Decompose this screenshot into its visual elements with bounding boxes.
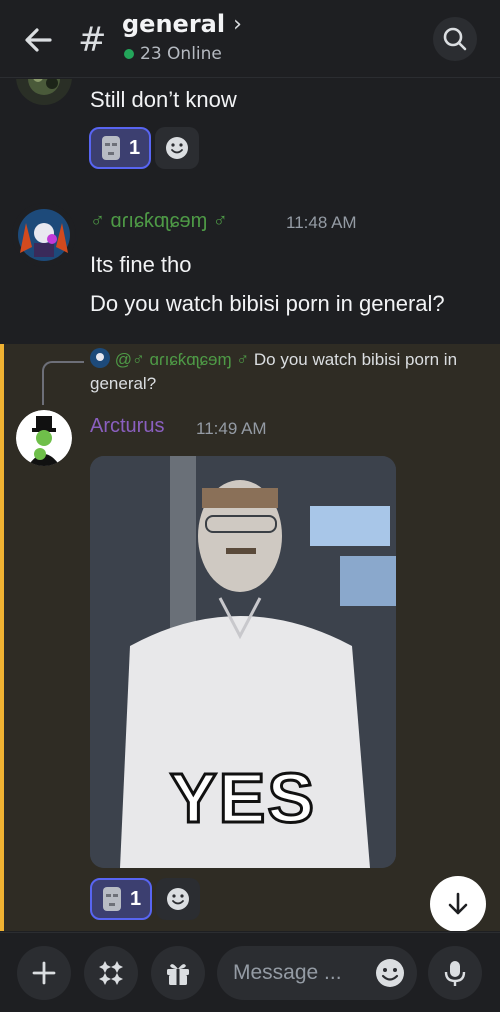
add-reaction-icon — [166, 137, 188, 159]
message-text: Still don’t know — [90, 87, 237, 112]
search-button[interactable] — [433, 17, 477, 61]
author-name[interactable]: Arcturus — [90, 415, 164, 438]
gif-caption: YES — [168, 758, 317, 839]
message-text: Its fine tho — [90, 252, 192, 277]
apps-icon — [99, 961, 123, 985]
hash-icon: # — [78, 20, 107, 60]
avatar[interactable] — [16, 79, 72, 105]
reaction-count: 1 — [130, 887, 142, 910]
reply-connector — [42, 361, 84, 405]
add-reaction-button[interactable] — [155, 127, 199, 169]
message-input[interactable]: Message ... — [217, 946, 417, 1000]
add-reaction-button[interactable] — [156, 878, 200, 920]
online-dot — [124, 49, 134, 59]
reply-mention: @♂ ɑɾıɕƙɑʅɕɘɱ ♂ — [114, 350, 250, 369]
add-attachment-button[interactable] — [17, 946, 71, 1000]
online-count: 23 Online — [140, 44, 222, 64]
mention-highlight: @♂ ɑɾıɕƙɑʅɕɘɱ ♂ Do you watch bibisi porn… — [0, 344, 500, 931]
voice-message-button[interactable] — [428, 946, 482, 1000]
avatar[interactable] — [16, 410, 72, 466]
arrow-down-icon — [448, 892, 468, 915]
online-status: 23 Online — [124, 44, 222, 64]
channel-title[interactable]: general › — [122, 10, 242, 38]
message-timestamp: 11:49 AM — [196, 419, 267, 438]
gift-button[interactable] — [151, 946, 205, 1000]
add-reaction-icon — [167, 888, 189, 910]
message-text: Do you watch bibisi porn in general? — [90, 291, 445, 316]
message-list[interactable]: Still don’t know 1 ♂ ɑɾıɕƙɑʅɕɘɱ ♂ 11:48 … — [0, 79, 500, 931]
author-name[interactable]: ♂ ɑɾıɕƙɑʅɕɘɱ ♂ — [90, 210, 228, 233]
back-button[interactable] — [20, 22, 58, 58]
moai-emoji-icon — [102, 136, 120, 160]
avatar[interactable] — [12, 203, 76, 267]
plus-icon — [32, 961, 56, 985]
chevron-right-icon: › — [233, 11, 242, 37]
gif-attachment[interactable]: YES — [90, 456, 396, 868]
channel-header: # general › 23 Online — [0, 0, 500, 78]
apps-button[interactable] — [84, 946, 138, 1000]
reaction-button[interactable]: 1 — [89, 127, 151, 169]
gift-icon — [167, 964, 189, 985]
back-arrow-icon — [25, 28, 52, 52]
reaction-count: 1 — [129, 136, 141, 159]
search-icon — [443, 27, 467, 51]
microphone-icon — [444, 961, 466, 986]
channel-name: general — [122, 10, 226, 38]
message-timestamp: 11:48 AM — [286, 213, 357, 232]
emoji-icon[interactable] — [375, 958, 405, 988]
reaction-button[interactable]: 1 — [90, 878, 152, 920]
avatar — [90, 348, 110, 368]
message-placeholder: Message ... — [233, 961, 342, 984]
reply-preview[interactable]: @♂ ɑɾıɕƙɑʅɕɘɱ ♂ Do you watch bibisi porn… — [90, 348, 490, 396]
moai-emoji-icon — [103, 887, 121, 911]
message-composer: Message ... — [0, 932, 500, 1012]
jump-to-present-button[interactable] — [430, 876, 486, 931]
